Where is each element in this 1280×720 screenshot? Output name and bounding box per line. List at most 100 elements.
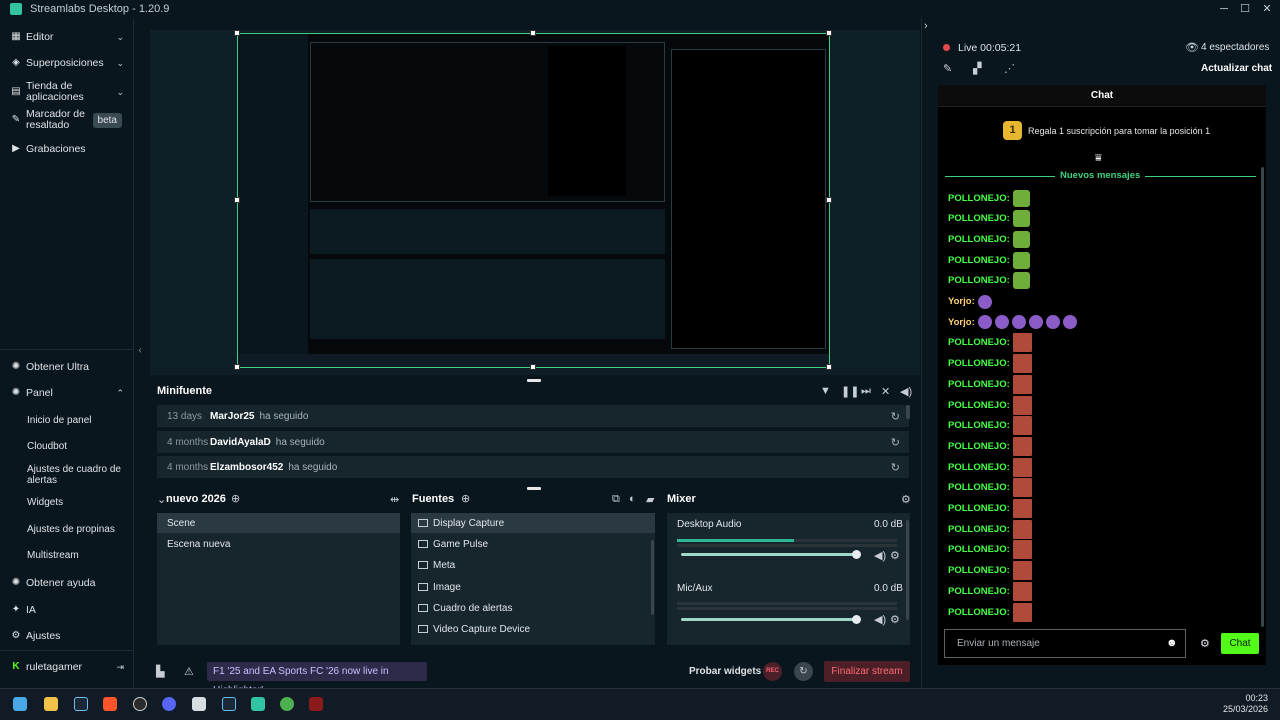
sidebar-item-overlays[interactable]: ◈ Superposiciones ⌄ — [0, 56, 134, 70]
skip-icon[interactable]: ⏭ — [861, 385, 871, 398]
calculator-icon[interactable] — [192, 697, 206, 711]
gear-icon[interactable]: ⚙ — [890, 549, 900, 562]
volume-slider-knob[interactable] — [852, 615, 861, 624]
add-scene-icon[interactable]: ⊕ — [231, 492, 240, 505]
panel-resize-handle[interactable] — [527, 487, 541, 490]
sort-icon[interactable]: ⩸ — [1095, 152, 1102, 165]
emoji-icon[interactable]: ☻ — [1166, 637, 1178, 649]
test-widgets-button[interactable]: Probar widgets — [689, 666, 761, 677]
scene-collection-title[interactable]: nuevo 2026 — [166, 493, 226, 505]
chat-username[interactable]: POLLONEJO: — [948, 441, 1010, 452]
refresh-chat-button[interactable]: Actualizar chat — [1201, 63, 1272, 74]
folder-icon[interactable]: ▰ — [646, 493, 654, 506]
panel-item-dashboard[interactable]: Inicio de panel — [27, 415, 127, 426]
display-capture-preview[interactable] — [237, 33, 830, 368]
panel-item-multistream[interactable]: Multistream — [27, 550, 127, 561]
chat-username[interactable]: POLLONEJO: — [948, 234, 1010, 245]
chat-username[interactable]: POLLONEJO: — [948, 544, 1010, 555]
chat-username[interactable]: POLLONEJO: — [948, 586, 1010, 597]
stats-icon[interactable]: ▙ — [156, 665, 164, 678]
app-icon[interactable] — [309, 697, 323, 711]
sidebar-item-editor[interactable]: ▦ Editor ⌄ — [0, 30, 134, 44]
sidebar-item-help[interactable]: ✺ Obtener ayuda — [0, 576, 134, 590]
send-chat-button[interactable]: Chat — [1221, 633, 1259, 654]
warning-icon[interactable]: ⚠ — [184, 665, 194, 678]
panel-item-cloudbot[interactable]: Cloudbot — [27, 441, 127, 452]
replay-alert-icon[interactable]: ↻ — [891, 436, 900, 449]
sidebar-item-get-ultra[interactable]: ✺ Obtener Ultra — [0, 360, 134, 374]
volume-slider[interactable] — [681, 618, 856, 621]
minimize-icon[interactable]: ─ — [1213, 0, 1235, 18]
chat-input[interactable]: Enviar un mensaje — [944, 629, 1186, 658]
steam-icon[interactable] — [74, 697, 88, 711]
chat-username[interactable]: POLLONEJO: — [948, 358, 1010, 369]
discord-icon[interactable] — [162, 697, 176, 711]
share-icon[interactable]: ⋰ — [1004, 62, 1015, 75]
chevron-right-icon[interactable]: › — [924, 20, 928, 32]
chat-username[interactable]: POLLONEJO: — [948, 379, 1010, 390]
gear-icon[interactable]: ⚙ — [901, 493, 911, 506]
mixer-scrollbar[interactable] — [906, 520, 909, 620]
resize-handle[interactable] — [826, 30, 832, 36]
chat-username[interactable]: POLLONEJO: — [948, 213, 1010, 224]
scene-transition-icon[interactable]: ⇹ — [390, 493, 399, 506]
pause-icon[interactable]: ❚❚ — [841, 385, 859, 398]
steam-icon[interactable] — [222, 697, 236, 711]
highlighter-banner[interactable]: F1 '25 and EA Sports FC '26 now live in … — [207, 662, 427, 696]
source-item[interactable]: Game Pulse — [411, 534, 655, 554]
resize-handle[interactable] — [234, 30, 240, 36]
chat-username[interactable]: POLLONEJO: — [948, 400, 1010, 411]
gift-sub-prompt[interactable]: Regala 1 suscripción para tomar la posic… — [1028, 126, 1210, 136]
chat-username[interactable]: POLLONEJO: — [948, 462, 1010, 473]
dashboard-icon[interactable]: ▞ — [973, 62, 981, 75]
source-item[interactable]: Video Capture Device — [411, 619, 655, 639]
chat-username[interactable]: POLLONEJO: — [948, 275, 1010, 286]
edit-stream-icon[interactable]: ✎ — [943, 62, 952, 75]
resize-handle[interactable] — [826, 197, 832, 203]
source-item[interactable]: Image — [411, 577, 655, 597]
chat-username[interactable]: Yorjo: — [948, 296, 975, 307]
chat-username[interactable]: POLLONEJO: — [948, 193, 1010, 204]
source-view-icon[interactable]: ⧉ — [612, 493, 620, 506]
add-source-icon[interactable]: ⊕ — [461, 492, 470, 505]
filter-icon[interactable]: ▼ — [820, 385, 831, 397]
chat-username[interactable]: POLLONEJO: — [948, 337, 1010, 348]
close-icon[interactable]: ✕ — [1256, 0, 1278, 18]
streamlabs-taskbar-icon[interactable] — [251, 697, 265, 711]
source-item[interactable]: Cuadro de alertas — [411, 598, 655, 618]
resize-handle[interactable] — [234, 364, 240, 370]
resize-handle[interactable] — [826, 364, 832, 370]
feed-scrollbar[interactable] — [906, 405, 910, 419]
resize-handle[interactable] — [530, 30, 536, 36]
clock-app-icon[interactable] — [133, 697, 147, 711]
speaker-icon[interactable]: ◀) — [874, 549, 886, 562]
mute-alerts-icon[interactable]: ✕ — [881, 385, 890, 398]
sidebar-item-app-store[interactable]: ▤ Tienda de aplicaciones ⌄ — [0, 80, 134, 104]
panel-item-tips[interactable]: Ajustes de propinas — [27, 524, 127, 535]
panel-resize-handle[interactable] — [527, 379, 541, 382]
replay-buffer-icon[interactable]: ↻ — [794, 662, 813, 681]
sidebar-item-highlighter[interactable]: ✎ Marcador de resaltado beta — [0, 108, 134, 132]
file-explorer-icon[interactable] — [44, 697, 58, 711]
sidebar-item-panel[interactable]: ✺ Panel ⌃ — [0, 386, 134, 400]
maximize-icon[interactable]: ☐ — [1234, 0, 1256, 18]
resize-handle[interactable] — [234, 197, 240, 203]
sidebar-item-recordings[interactable]: ▶ Grabaciones — [0, 142, 134, 156]
chat-username[interactable]: POLLONEJO: — [948, 565, 1010, 576]
chevron-down-icon[interactable]: ⌄ — [157, 493, 166, 506]
chat-username[interactable]: POLLONEJO: — [948, 503, 1010, 514]
brave-icon[interactable] — [103, 697, 117, 711]
chat-scrollbar[interactable] — [1261, 167, 1264, 627]
panel-item-widgets[interactable]: Widgets — [27, 497, 127, 508]
chat-username[interactable]: POLLONEJO: — [948, 482, 1010, 493]
sources-scrollbar[interactable] — [651, 540, 654, 615]
chrome-icon[interactable] — [280, 697, 294, 711]
scene-item[interactable]: Escena nueva — [157, 534, 400, 554]
gear-icon[interactable]: ⚙ — [890, 613, 900, 626]
chat-username[interactable]: POLLONEJO: — [948, 255, 1010, 266]
chat-username[interactable]: Yorjo: — [948, 317, 975, 328]
chat-username[interactable]: POLLONEJO: — [948, 420, 1010, 431]
audio-source-icon[interactable]: ◐ — [629, 493, 636, 505]
volume-slider-knob[interactable] — [852, 550, 861, 559]
sidebar-item-ai[interactable]: ✦ IA — [0, 603, 134, 617]
